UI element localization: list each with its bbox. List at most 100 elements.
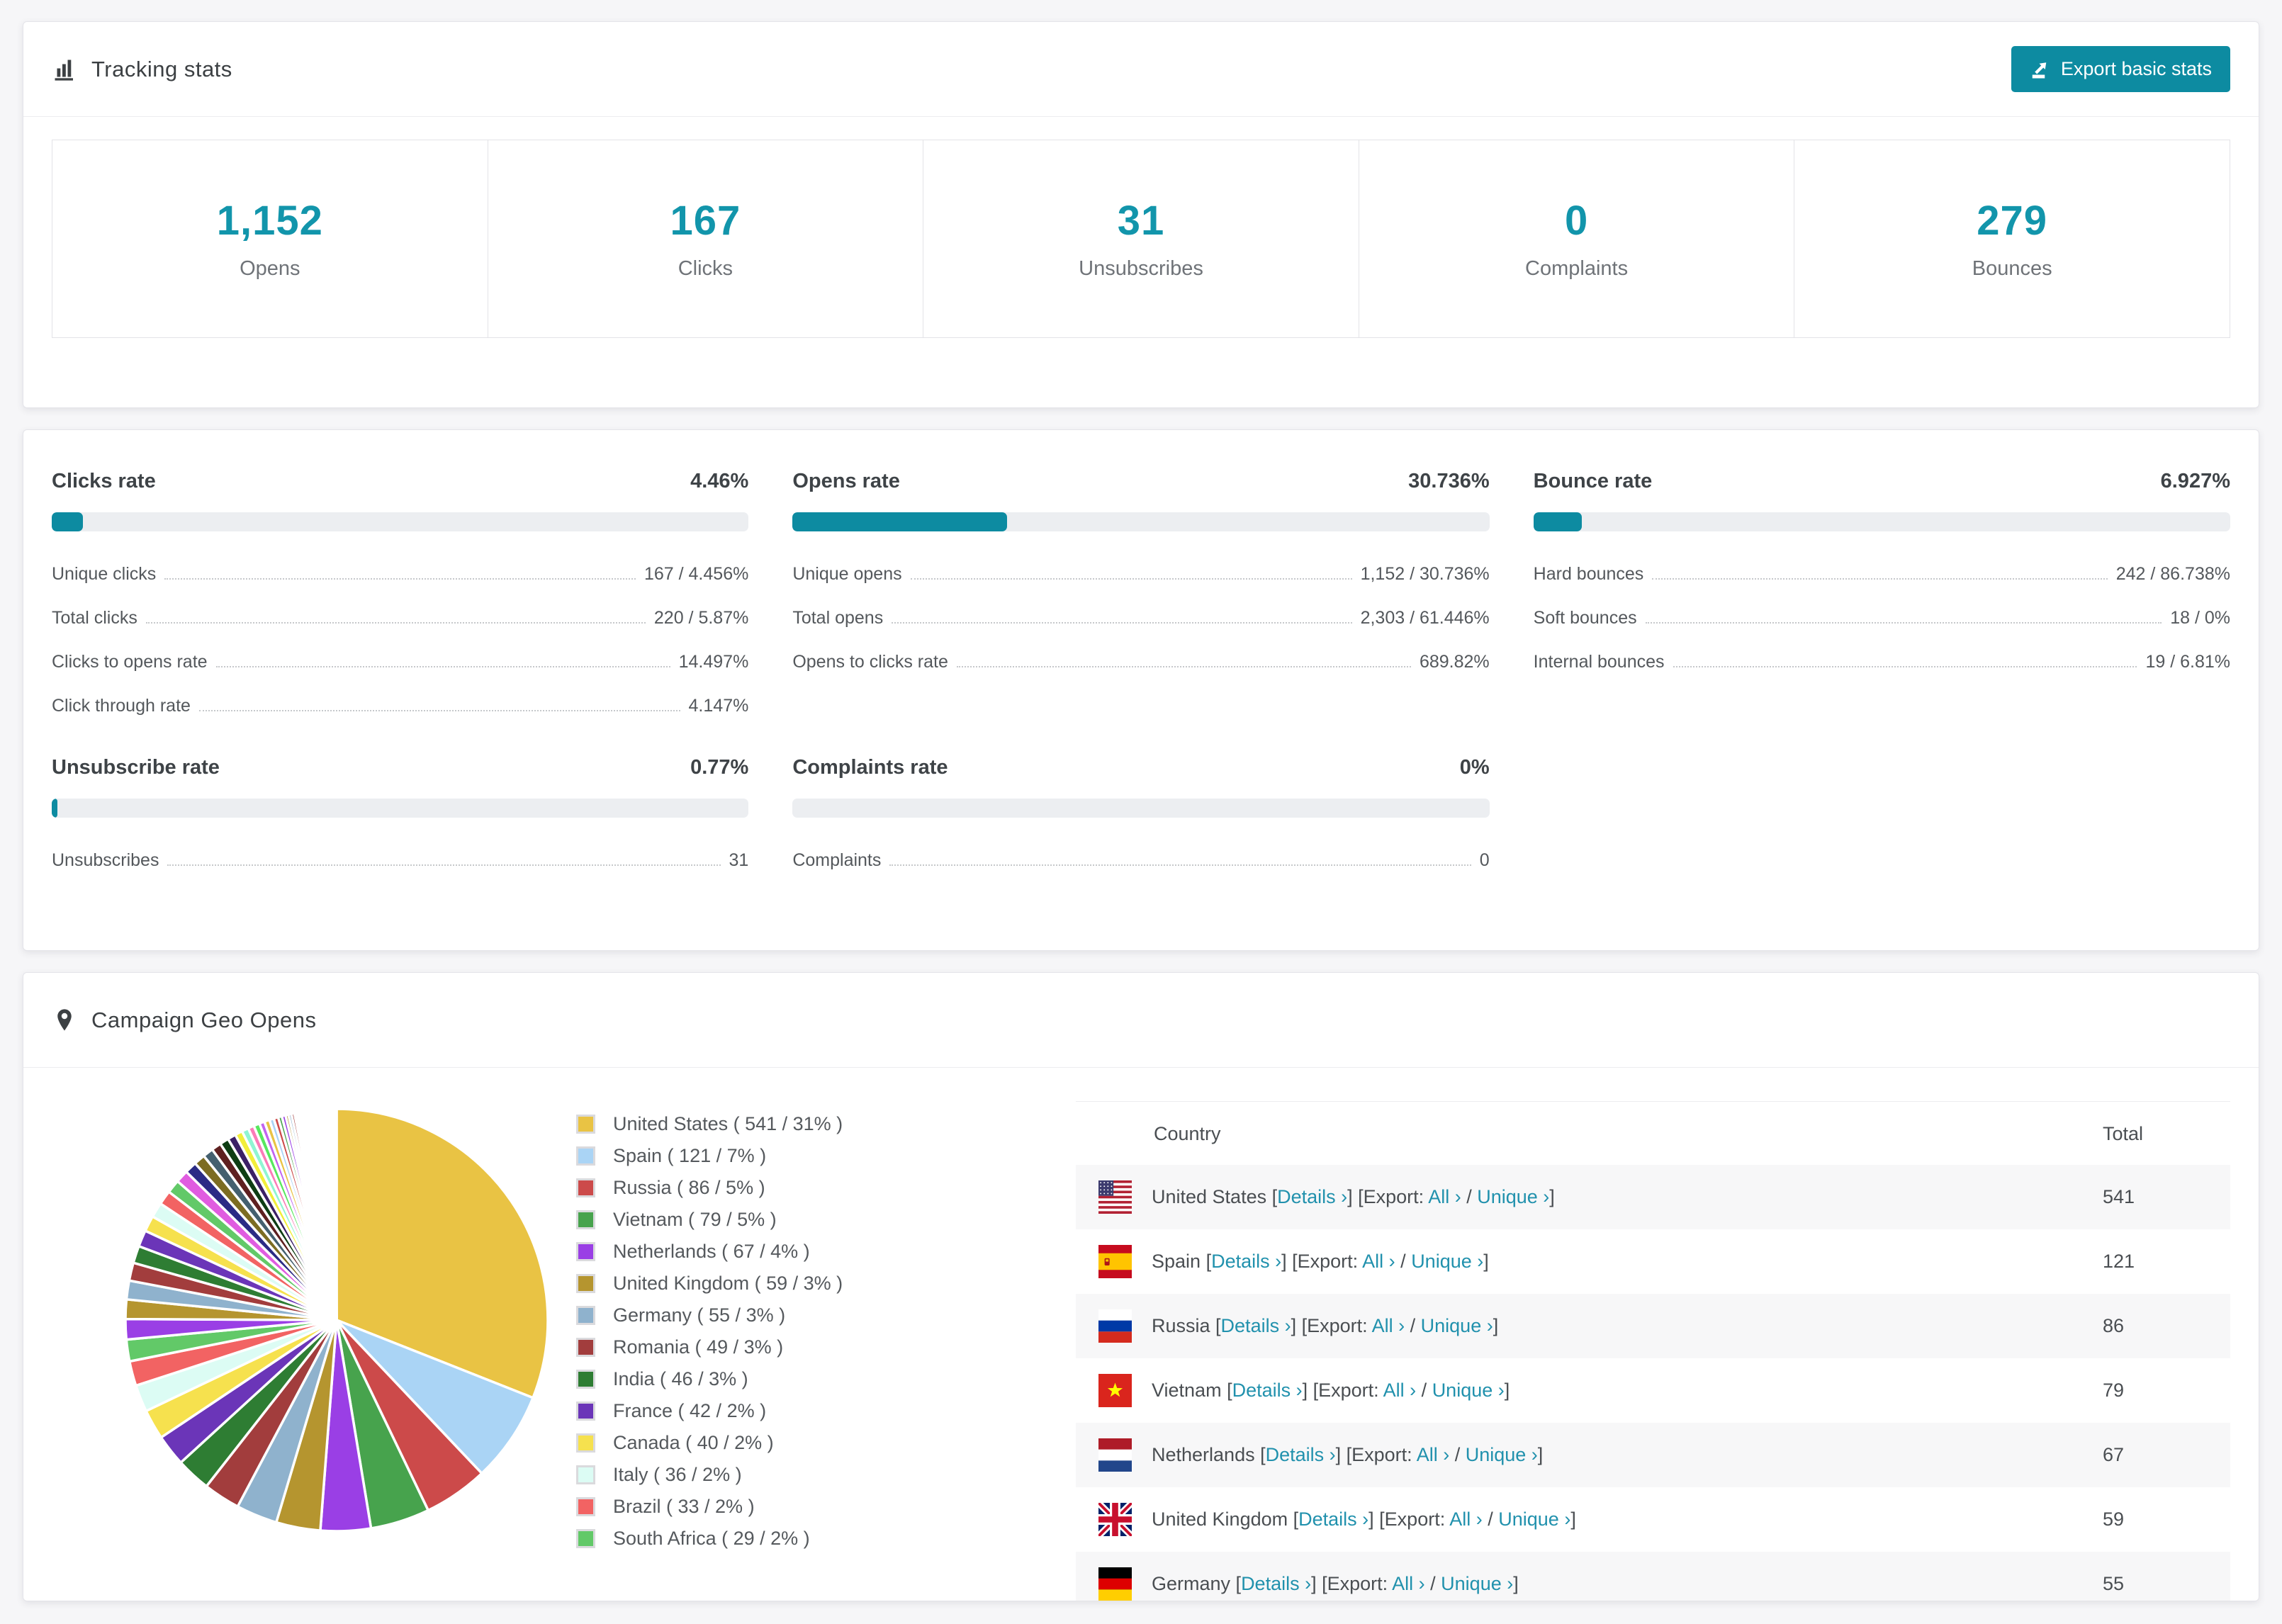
country-name: Vietnam: [1152, 1380, 1222, 1401]
tracking-stats-title-text: Tracking stats: [91, 56, 232, 81]
geo-country-cell: Russia [Details ›] [Export: All › / Uniq…: [1076, 1294, 2103, 1358]
rate-detail-label: Unsubscribes: [52, 850, 159, 870]
rate-block-unsubscribe-rate: Unsubscribe rate 0.77% Unsubscribes 31: [52, 756, 749, 871]
stat-box-opens: 1,152 Opens: [52, 140, 488, 337]
legend-swatch: [576, 1465, 595, 1484]
legend-swatch: [576, 1178, 595, 1197]
export-unique-link[interactable]: Unique ›: [1498, 1509, 1570, 1530]
rate-progress-track: [52, 799, 749, 818]
export-all-link[interactable]: All ›: [1362, 1251, 1395, 1272]
export-basic-stats-button[interactable]: Export basic stats: [2011, 46, 2230, 92]
export-all-link[interactable]: All ›: [1372, 1315, 1405, 1336]
stat-box-unsubscribes: 31 Unsubscribes: [923, 140, 1359, 337]
rate-progress-track: [1533, 512, 2230, 531]
legend-swatch: [576, 1402, 595, 1421]
geo-country-cell: Spain [Details ›] [Export: All › / Uniqu…: [1076, 1229, 2103, 1294]
geo-country-cell: Netherlands [Details ›] [Export: All › /…: [1076, 1423, 2103, 1487]
country-name: Germany: [1152, 1573, 1231, 1594]
export-all-link[interactable]: All ›: [1392, 1573, 1425, 1594]
export-unique-link[interactable]: Unique ›: [1421, 1315, 1493, 1336]
rates-card: Clicks rate 4.46% Unique clicks 167 / 4.456…: [23, 429, 2259, 951]
geo-pie-chart: [52, 1068, 576, 1537]
details-link[interactable]: Details ›: [1277, 1186, 1347, 1207]
rate-detail-value: 19 / 6.81%: [2145, 652, 2230, 672]
rate-block-bounce-rate: Bounce rate 6.927% Hard bounces 242 / 86.73…: [1533, 470, 2230, 716]
rate-detail-row: Soft bounces 18 / 0%: [1534, 608, 2230, 628]
rate-progress-fill: [52, 799, 57, 818]
rate-detail-value: 220 / 5.87%: [653, 608, 749, 628]
geo-country-cell: United States [Details ›] [Export: All ›…: [1076, 1165, 2103, 1229]
country-name: United States: [1152, 1186, 1267, 1207]
rate-detail-label: Hard bounces: [1533, 564, 1644, 584]
rate-percent: 0%: [1459, 756, 1490, 779]
rate-percent: 0.77%: [690, 756, 749, 779]
geo-total-cell: 79: [2103, 1380, 2125, 1401]
stat-value: 1,152: [216, 198, 323, 244]
details-link[interactable]: Details ›: [1221, 1315, 1291, 1336]
rate-detail-value: 31: [729, 850, 749, 870]
rate-detail-rows: Hard bounces 242 / 86.738% Soft bounces 18 …: [1534, 564, 2230, 672]
rate-progress-track: [792, 799, 1490, 818]
export-all-link[interactable]: All ›: [1449, 1509, 1483, 1530]
legend-item: United States ( 541 / 31% ): [576, 1113, 962, 1135]
export-all-link[interactable]: All ›: [1428, 1186, 1461, 1207]
geo-table-row-de: Germany [Details ›] [Export: All › / Uni…: [1076, 1552, 2230, 1601]
stat-value: 0: [1564, 198, 1589, 244]
legend-item: Romania ( 49 / 3% ): [576, 1336, 962, 1358]
export-icon: [2032, 62, 2047, 78]
rate-detail-row: Click through rate 4.147%: [52, 696, 748, 716]
geo-table-row-gb: United Kingdom [Details ›] [Export: All …: [1076, 1487, 2230, 1552]
rate-detail-value: 2,303 / 61.446%: [1360, 608, 1490, 628]
legend-swatch: [576, 1274, 595, 1293]
rate-detail-row: Internal bounces 19 / 6.81%: [1534, 652, 2230, 672]
legend-label: South Africa ( 29 / 2% ): [613, 1528, 810, 1549]
legend-swatch: [576, 1370, 595, 1389]
flag-icon-vn: [1098, 1374, 1132, 1407]
legend-item: Brazil ( 33 / 2% ): [576, 1496, 962, 1518]
rate-title: Clicks rate: [52, 470, 156, 492]
stat-value: 167: [670, 198, 741, 244]
geo-table-row-vn: Vietnam [Details ›] [Export: All › / Uni…: [1076, 1358, 2230, 1423]
legend-label: United Kingdom ( 59 / 3% ): [613, 1273, 843, 1294]
export-unique-link[interactable]: Unique ›: [1432, 1380, 1505, 1401]
details-link[interactable]: Details ›: [1241, 1573, 1311, 1594]
legend-label: Italy ( 36 / 2% ): [613, 1464, 742, 1485]
tracking-stats-card: Tracking stats Export basic stats 1,152 O…: [23, 21, 2259, 408]
export-unique-link[interactable]: Unique ›: [1441, 1573, 1513, 1594]
export-unique-link[interactable]: Unique ›: [1411, 1251, 1483, 1272]
legend-item: United Kingdom ( 59 / 3% ): [576, 1273, 962, 1295]
rate-detail-rows: Unique opens 1,152 / 30.736% Total opens 2,…: [792, 564, 1489, 672]
rate-detail-rows: Unique clicks 167 / 4.456% Total clicks 220…: [52, 564, 748, 716]
legend-label: Canada ( 40 / 2% ): [613, 1432, 774, 1453]
legend-swatch: [576, 1146, 595, 1166]
export-all-link[interactable]: All ›: [1383, 1380, 1417, 1401]
geo-opens-header: Campaign Geo Opens: [23, 973, 2259, 1068]
legend-swatch: [576, 1497, 595, 1516]
stat-label: Complaints: [1525, 257, 1629, 280]
details-link[interactable]: Details ›: [1232, 1380, 1303, 1401]
rate-header: Clicks rate 4.46%: [52, 470, 748, 493]
export-all-link[interactable]: All ›: [1417, 1444, 1450, 1465]
legend-item: Vietnam ( 79 / 5% ): [576, 1209, 962, 1231]
geo-total-cell: 121: [2103, 1251, 2135, 1272]
details-link[interactable]: Details ›: [1211, 1251, 1281, 1272]
rate-detail-label: Unique opens: [792, 564, 902, 584]
dotted-leader: [1645, 622, 2162, 624]
rate-percent: 6.927%: [2160, 470, 2230, 492]
rate-detail-row: Unsubscribes 31: [52, 850, 748, 871]
details-link[interactable]: Details ›: [1266, 1444, 1336, 1465]
geo-table-row-es: Spain [Details ›] [Export: All › / Uniqu…: [1076, 1229, 2230, 1294]
export-unique-link[interactable]: Unique ›: [1477, 1186, 1549, 1207]
legend-item: India ( 46 / 3% ): [576, 1368, 962, 1390]
stat-box-complaints: 0 Complaints: [1359, 140, 1795, 337]
legend-label: Vietnam ( 79 / 5% ): [613, 1209, 777, 1230]
rate-detail-row: Total opens 2,303 / 61.446%: [792, 608, 1489, 628]
details-link[interactable]: Details ›: [1298, 1509, 1368, 1530]
geo-opens-title: Campaign Geo Opens: [52, 1008, 316, 1033]
rate-block-clicks-rate: Clicks rate 4.46% Unique clicks 167 / 4.456…: [52, 470, 749, 716]
export-unique-link[interactable]: Unique ›: [1466, 1444, 1538, 1465]
dotted-leader: [956, 666, 1411, 667]
map-pin-icon: [57, 1008, 72, 1031]
flag-icon-nl: [1098, 1438, 1132, 1472]
stat-value: 31: [1117, 198, 1165, 244]
